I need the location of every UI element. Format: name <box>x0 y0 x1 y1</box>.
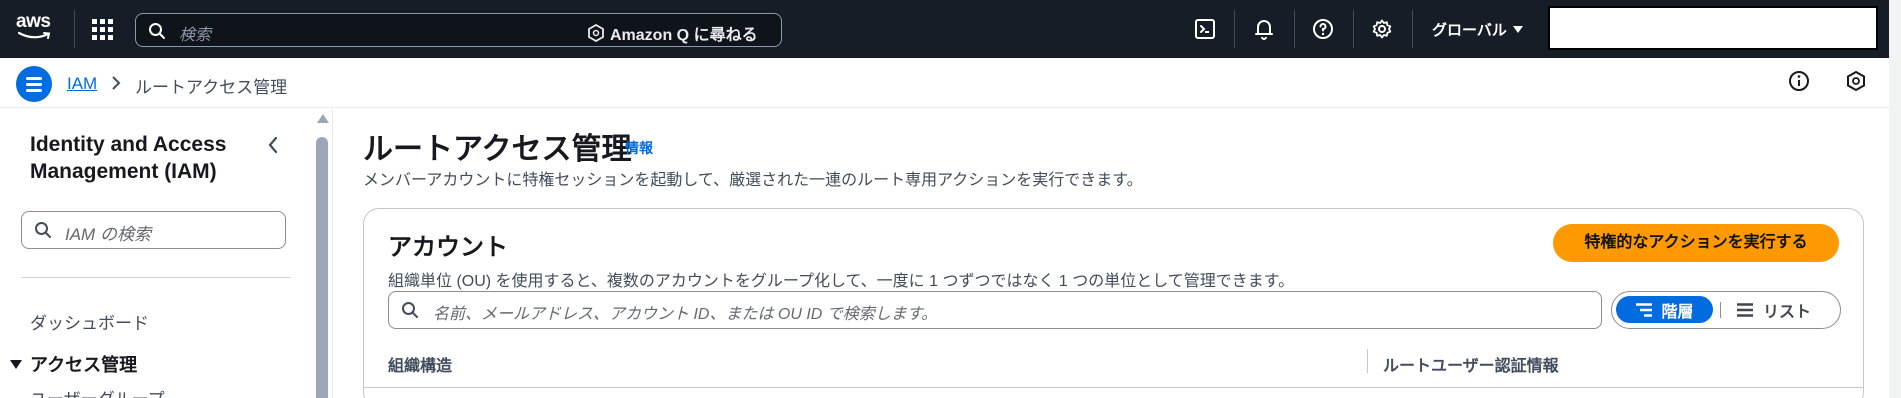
cloudshell-icon[interactable] <box>1193 17 1217 41</box>
apps-grid-icon[interactable] <box>90 17 114 41</box>
sidebar-section-access-management[interactable]: アクセス管理 <box>10 351 137 377</box>
breadcrumb-bar: IAM ルートアクセス管理 <box>0 58 1889 108</box>
view-toggle-hierarchy[interactable]: 階層 <box>1616 296 1713 323</box>
page-scrollbar[interactable] <box>1889 0 1901 398</box>
sidebar-search-input[interactable]: IAM の検索 <box>21 211 286 249</box>
card-title: アカウント <box>388 234 508 261</box>
info-link[interactable]: 情報 <box>625 138 653 158</box>
aws-logo-text: aws <box>16 11 51 32</box>
accounts-card: アカウント 特権的なアクションを実行する 組織単位 (OU) を使用すると、複数… <box>363 208 1864 398</box>
card-description: 組織単位 (OU) を使用すると、複数のアカウントをグループ化して、一度に 1 … <box>388 273 1295 290</box>
global-search-input[interactable]: 検索 Amazon Q に尋ねる <box>135 13 782 47</box>
search-icon <box>35 222 51 238</box>
search-icon <box>149 23 165 39</box>
help-icon[interactable] <box>1311 17 1335 41</box>
gear-icon[interactable] <box>1370 17 1394 41</box>
scroll-up-icon[interactable] <box>317 114 329 123</box>
sidebar-search-placeholder: IAM の検索 <box>65 225 151 244</box>
aws-smile-icon <box>18 31 51 39</box>
nav-divider <box>1412 10 1413 48</box>
hamburger-menu-button[interactable] <box>16 66 52 102</box>
top-navigation: aws 検索 Amazon Q に尋ねる グローバル <box>0 0 1901 58</box>
sidebar-item-user-groups[interactable]: ユーザーグループ <box>30 385 165 398</box>
account-menu[interactable] <box>1548 6 1878 50</box>
page-title: ルートアクセス管理 <box>363 133 632 166</box>
sidebar-scrollbar[interactable] <box>313 109 333 398</box>
list-icon <box>1737 302 1753 317</box>
side-navigation: Identity and Access Management (IAM) IAM… <box>0 109 313 398</box>
amazon-q-icon <box>588 24 604 42</box>
toggle-separator <box>1720 302 1721 318</box>
view-toggle-hierarchy-label: 階層 <box>1661 303 1694 321</box>
sidebar-divider <box>21 277 291 278</box>
table-header-divider <box>364 387 1863 388</box>
region-label: グローバル <box>1432 22 1507 39</box>
sidebar-title: Identity and Access Management (IAM) <box>30 133 227 183</box>
nav-divider <box>1234 10 1235 48</box>
view-toggle: 階層 リスト <box>1611 291 1841 329</box>
nav-divider <box>1353 10 1354 48</box>
region-selector[interactable]: グローバル <box>1432 19 1523 40</box>
amazon-q-label: Amazon Q に尋ねる <box>610 27 758 44</box>
take-privileged-action-button[interactable]: 特権的なアクションを実行する <box>1553 224 1839 262</box>
scrollbar-thumb[interactable] <box>316 137 328 398</box>
search-icon <box>402 302 418 318</box>
bell-icon[interactable] <box>1252 17 1276 41</box>
hierarchy-icon <box>1636 302 1653 317</box>
caret-down-icon <box>1512 26 1523 33</box>
nav-divider <box>74 10 75 48</box>
column-header-org-structure[interactable]: 組織構造 <box>388 352 452 376</box>
amazon-q-button[interactable]: Amazon Q に尋ねる <box>588 21 758 45</box>
chevron-right-icon <box>112 76 121 90</box>
sidebar-item-dashboard[interactable]: ダッシュボード <box>30 309 149 334</box>
amazon-q-panel-icon[interactable] <box>1845 70 1867 92</box>
account-search-input[interactable]: 名前、メールアドレス、アカウント ID、または OU ID で検索します。 <box>388 291 1602 329</box>
collapse-sidebar-icon[interactable] <box>266 135 280 155</box>
column-divider[interactable] <box>1367 349 1368 373</box>
caret-down-icon <box>10 359 22 369</box>
aws-logo[interactable]: aws <box>16 12 58 44</box>
column-header-root-credentials[interactable]: ルートユーザー認証情報 <box>1383 352 1559 376</box>
breadcrumb-link-iam[interactable]: IAM <box>67 74 97 94</box>
sidebar-section-label: アクセス管理 <box>30 355 138 375</box>
search-placeholder: 検索 <box>179 27 212 44</box>
view-toggle-list[interactable]: リスト <box>1736 296 1811 323</box>
view-toggle-list-label: リスト <box>1763 303 1812 321</box>
nav-divider <box>1294 10 1295 48</box>
page-description: メンバーアカウントに特権セッションを起動して、厳選された一連のルート専用アクショ… <box>363 172 1143 189</box>
account-search-placeholder: 名前、メールアドレス、アカウント ID、または OU ID で検索します。 <box>433 306 938 323</box>
breadcrumb-current: ルートアクセス管理 <box>135 78 288 97</box>
info-icon[interactable] <box>1788 70 1810 92</box>
